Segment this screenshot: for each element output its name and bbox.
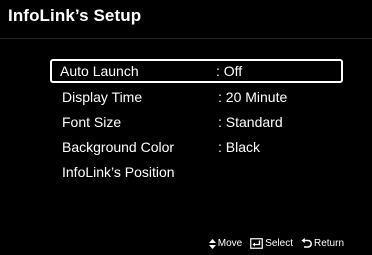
menu-item-auto-launch[interactable]: Auto Launch : Off xyxy=(50,59,343,83)
menu-item-label: Display Time xyxy=(62,89,143,105)
title-divider xyxy=(0,38,372,39)
menu-item-value: : Off xyxy=(216,63,243,79)
menu-item-label: Font Size xyxy=(62,114,122,130)
return-icon xyxy=(301,238,312,249)
menu-item-label: Auto Launch xyxy=(60,63,139,79)
enter-icon xyxy=(250,238,264,249)
select-hint: Select xyxy=(250,238,293,249)
menu-item-value: : Standard xyxy=(218,114,283,130)
setup-menu: Auto Launch : Off Display Time : 20 Minu… xyxy=(50,59,343,186)
menu-item-infolink-position[interactable]: InfoLink’s Position xyxy=(52,161,343,183)
menu-item-label: InfoLink’s Position xyxy=(62,164,175,180)
page-title: InfoLink’s Setup xyxy=(8,6,142,25)
up-down-arrow-icon xyxy=(208,238,216,249)
menu-item-value: : Black xyxy=(218,139,261,155)
menu-item-label: Background Color xyxy=(62,139,175,155)
menu-item-background-color[interactable]: Background Color : Black xyxy=(52,136,343,158)
menu-item-display-time[interactable]: Display Time : 20 Minute xyxy=(52,86,343,108)
return-label: Return xyxy=(313,238,344,249)
key-guide: Move Select Return xyxy=(208,238,344,249)
select-label: Select xyxy=(265,238,293,249)
move-hint: Move xyxy=(208,238,243,249)
menu-item-value: : 20 Minute xyxy=(218,89,288,105)
return-hint: Return xyxy=(301,238,344,249)
move-label: Move xyxy=(217,238,243,249)
menu-item-font-size[interactable]: Font Size : Standard xyxy=(52,111,343,133)
